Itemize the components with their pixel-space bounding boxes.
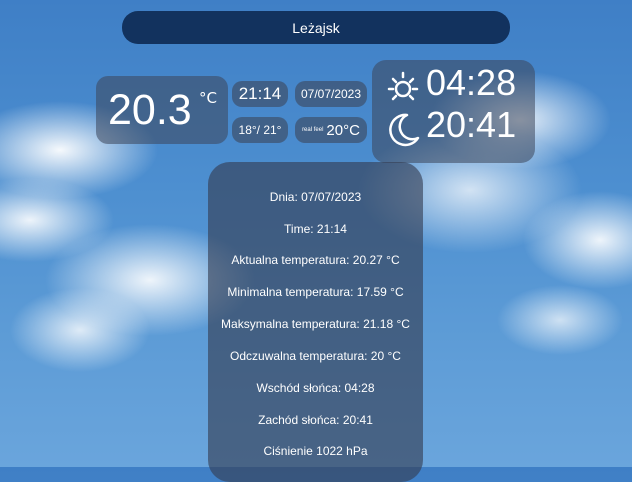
temperature-unit: °C [199, 89, 217, 107]
current-date-badge: 07/07/2023 [295, 81, 367, 107]
detail-feels-like: Odczuwalna temperatura: 20 °C [230, 349, 401, 363]
weather-details-panel: Dnia: 07/07/2023 Time: 21:14 Aktualna te… [208, 162, 423, 482]
sun-icon [385, 69, 421, 109]
detail-min-temp: Minimalna temperatura: 17.59 °C [227, 285, 404, 299]
real-feel-value: 20°C [326, 121, 360, 139]
min-max-temperature: 18°/ 21° [238, 123, 282, 137]
detail-time: Time: 21:14 [284, 222, 347, 236]
detail-date: Dnia: 07/07/2023 [269, 190, 362, 204]
min-max-badge: 18°/ 21° [232, 117, 288, 143]
sunset-time: 20:41 [426, 104, 517, 145]
real-feel-label: real feel [302, 127, 324, 133]
sun-times-panel: 04:28 20:41 [372, 60, 535, 163]
sunrise-time: 04:28 [426, 62, 517, 103]
current-temperature: 20.3 [108, 86, 192, 134]
current-date: 07/07/2023 [300, 87, 362, 101]
detail-max-temp: Maksymalna temperatura: 21.18 °C [221, 317, 410, 331]
detail-sunset: Zachód słońca: 20:41 [258, 413, 373, 427]
city-name-bar: Leżajsk [122, 11, 510, 44]
detail-current-temp: Aktualna temperatura: 20.27 °C [231, 253, 400, 267]
real-feel-badge: real feel 20°C [295, 117, 367, 143]
current-time: 21:14 [238, 84, 282, 103]
city-name: Leżajsk [292, 19, 340, 36]
detail-pressure: Ciśnienie 1022 hPa [263, 444, 368, 458]
current-temperature-panel: 20.3 °C [96, 76, 228, 144]
detail-sunrise: Wschód słońca: 04:28 [256, 381, 375, 395]
current-time-badge: 21:14 [232, 81, 288, 107]
moon-icon [385, 110, 421, 154]
